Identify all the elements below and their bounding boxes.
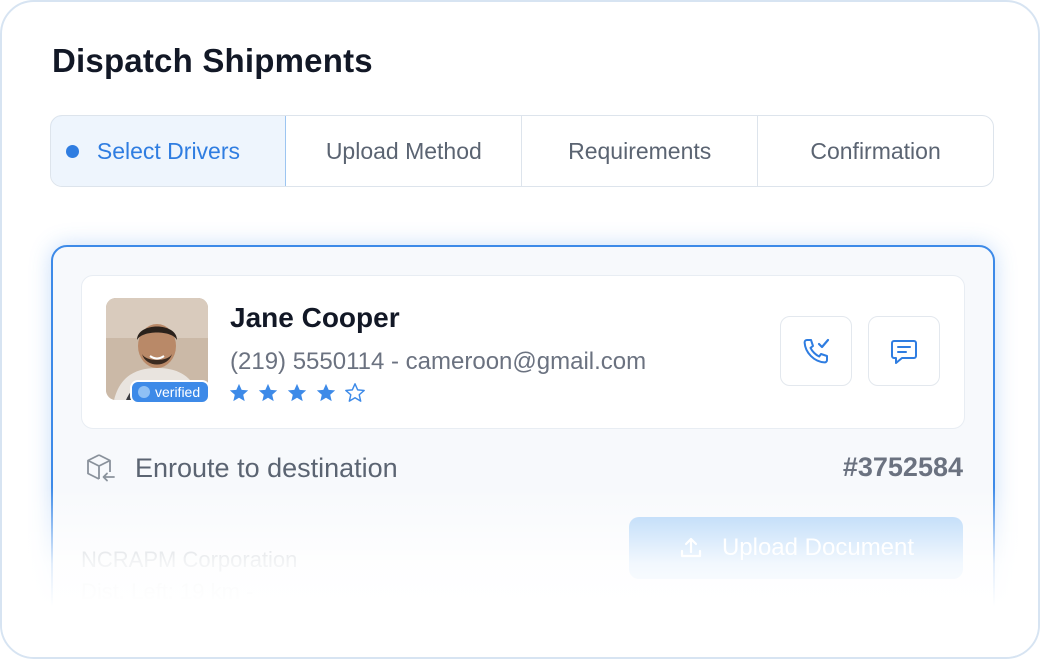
rating-stars	[228, 382, 366, 404]
call-button[interactable]	[780, 316, 852, 386]
driver-info: verified Jane Cooper (219) 5550114 - cam…	[81, 275, 965, 429]
upload-icon	[680, 537, 702, 558]
package-return-icon	[87, 454, 115, 482]
message-button[interactable]	[868, 316, 940, 386]
verified-check-icon	[138, 386, 150, 398]
step-label: Confirmation	[810, 137, 941, 164]
step-requirements[interactable]: Requirements	[522, 116, 759, 186]
driver-contact: (219) 5550114 - cameroon@gmail.com	[230, 348, 647, 375]
verified-label: verified	[155, 384, 201, 400]
star-filled-icon	[316, 383, 336, 402]
star-filled-icon	[229, 383, 249, 402]
upload-label: Upload Document	[721, 534, 915, 561]
step-label: Upload Method	[325, 137, 482, 164]
status-text: Enroute to destination	[135, 452, 398, 483]
phone-check-icon	[803, 338, 830, 364]
shipment-id: #3752584	[842, 452, 963, 482]
driver-name: Jane Cooper	[230, 302, 400, 333]
company-name: NCRAPM Corporation	[81, 547, 298, 572]
step-confirmation[interactable]: Confirmation	[758, 116, 993, 186]
shipment-status: Enroute to destination	[83, 451, 398, 485]
dispatch-panel: Dispatch Shipments Select Drivers Upload…	[0, 0, 1040, 659]
star-empty-icon	[345, 383, 365, 402]
step-label: Requirements	[568, 137, 712, 164]
active-step-dot	[65, 144, 79, 158]
star-filled-icon	[258, 383, 278, 402]
step-select-drivers[interactable]: Select Drivers	[51, 116, 287, 186]
distance-left: Dist. Left: 19 km -	[81, 579, 254, 604]
driver-card[interactable]: verified Jane Cooper (219) 5550114 - cam…	[51, 245, 995, 657]
verified-badge: verified	[130, 380, 211, 404]
stepper: Select Drivers Upload Method Requirement…	[50, 115, 994, 187]
step-upload-method[interactable]: Upload Method	[286, 116, 523, 186]
message-icon	[891, 340, 917, 364]
step-label: Select Drivers	[96, 137, 241, 164]
page-title: Dispatch Shipments	[52, 42, 373, 79]
upload-document-button[interactable]: Upload Document	[629, 517, 963, 579]
star-filled-icon	[287, 383, 307, 402]
